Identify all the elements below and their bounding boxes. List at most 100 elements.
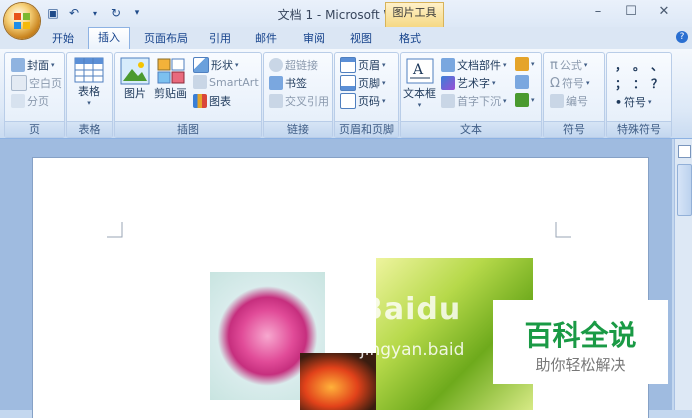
bookmark-icon xyxy=(269,76,283,90)
textbox-icon: A xyxy=(406,58,433,84)
symbol-button[interactable]: Ω 符号 ▾ xyxy=(550,75,589,91)
close-icon[interactable]: ✕ xyxy=(650,4,678,22)
question-symbol[interactable]: ？ xyxy=(651,75,663,92)
page-number-icon xyxy=(340,93,356,109)
chart-icon xyxy=(193,94,207,108)
tab-home[interactable]: 开始 xyxy=(44,29,82,49)
group-page-label: 页 xyxy=(5,121,64,137)
office-button[interactable] xyxy=(4,3,40,39)
chart-button[interactable]: 图表 xyxy=(193,93,231,109)
tab-insert[interactable]: 插入 xyxy=(88,27,130,50)
group-page: 封面 ▾ 空白页 分页 页 xyxy=(4,52,65,138)
bullet-icon: • xyxy=(615,95,623,109)
footer-button[interactable]: 页脚 ▾ xyxy=(340,75,386,91)
semicolon-symbol[interactable]: ； xyxy=(615,75,627,92)
blank-page-button[interactable]: 空白页 xyxy=(11,75,62,91)
numbering-button[interactable]: 编号 xyxy=(550,93,588,109)
equation-button[interactable]: π 公式 ▾ xyxy=(550,57,587,73)
ribbon: 封面 ▾ 空白页 分页 页 表格 ▾ 表格 图片 剪贴画 形状 ▾ SmartA… xyxy=(0,49,692,139)
pi-icon: π xyxy=(550,57,558,73)
date-time-icon xyxy=(515,75,529,89)
omega-icon: Ω xyxy=(550,75,560,91)
title-bar: ▣ ↶ ▾ ↻ ▾ 文档 1 - Microsoft Word 图片工具 – ☐… xyxy=(0,0,692,28)
tab-mailings[interactable]: 邮件 xyxy=(248,29,284,49)
picture-button[interactable]: 图片 xyxy=(120,57,150,101)
smartart-icon xyxy=(193,75,207,89)
margin-corner-top-left xyxy=(107,222,123,238)
baike-quanshuo-badge: 百科全说 助你轻松解决 xyxy=(493,300,668,384)
badge-title: 百科全说 xyxy=(524,319,637,352)
colon-symbol[interactable]: ： xyxy=(633,75,645,92)
tab-format[interactable]: 格式 xyxy=(390,29,430,49)
group-table: 表格 ▾ 表格 xyxy=(66,52,113,138)
numbering-icon xyxy=(550,94,564,108)
picture-tools-context-tab: 图片工具 xyxy=(385,2,444,27)
shapes-button[interactable]: 形状 ▾ xyxy=(193,57,239,73)
clipart-button[interactable]: 剪贴画 xyxy=(154,57,187,101)
quick-parts-icon xyxy=(441,58,455,72)
table-icon xyxy=(74,57,104,83)
group-illustrations-label: 插图 xyxy=(115,121,261,137)
table-button[interactable]: 表格 ▾ xyxy=(74,57,104,107)
hyperlink-icon xyxy=(269,58,283,72)
scrollbar-thumb[interactable] xyxy=(677,164,692,216)
group-links: 超链接 书签 交叉引用 链接 xyxy=(263,52,333,138)
tab-page-layout[interactable]: 页面布局 xyxy=(138,29,194,49)
group-text: A 文本框 ▾ 文档部件 ▾ 艺术字 ▾ 首字下沉 ▾ ▾ ▾ 文本 xyxy=(400,52,542,138)
signature-line-icon xyxy=(515,57,529,71)
enumeration-comma-symbol[interactable]: 、 xyxy=(651,57,663,74)
cross-reference-button[interactable]: 交叉引用 xyxy=(269,93,329,109)
hyperlink-button[interactable]: 超链接 xyxy=(269,57,318,73)
page-break-icon xyxy=(11,94,25,108)
signature-line-button[interactable]: ▾ xyxy=(515,57,535,71)
group-header-footer-label: 页眉和页脚 xyxy=(335,121,398,137)
header-button[interactable]: 页眉 ▾ xyxy=(340,57,386,73)
maximize-icon[interactable]: ☐ xyxy=(617,4,645,22)
jingyan-watermark: jingyan.baid xyxy=(360,340,465,360)
group-illustrations: 图片 剪贴画 形状 ▾ SmartArt 图表 插图 xyxy=(114,52,262,138)
group-header-footer: 页眉 ▾ 页脚 ▾ 页码 ▾ 页眉和页脚 xyxy=(334,52,399,138)
minimize-icon[interactable]: – xyxy=(584,4,612,22)
margin-corner-top-right xyxy=(555,222,571,238)
baidu-watermark: Baidu xyxy=(360,292,462,327)
cross-reference-icon xyxy=(269,94,283,108)
bookmark-button[interactable]: 书签 xyxy=(269,75,307,91)
blank-page-icon xyxy=(11,75,27,91)
wordart-button[interactable]: 艺术字 ▾ xyxy=(441,75,496,91)
office-logo-icon xyxy=(14,13,30,29)
object-button[interactable]: ▾ xyxy=(515,93,535,107)
tab-references[interactable]: 引用 xyxy=(202,29,238,49)
help-icon[interactable]: ? xyxy=(676,31,688,43)
date-time-button[interactable] xyxy=(515,75,529,89)
svg-text:A: A xyxy=(412,62,424,78)
picture-icon xyxy=(120,57,150,85)
object-icon xyxy=(515,93,529,107)
cover-page-icon xyxy=(11,58,25,72)
group-table-label: 表格 xyxy=(67,121,112,137)
vertical-scrollbar[interactable] xyxy=(674,139,692,410)
ribbon-tabs: 开始 插入 页面布局 引用 邮件 审阅 视图 格式 ? xyxy=(0,27,692,50)
ruler-toggle-icon[interactable] xyxy=(678,145,691,158)
group-text-label: 文本 xyxy=(401,121,541,137)
comma-symbol[interactable]: ， xyxy=(615,57,627,74)
cover-page-button[interactable]: 封面 ▾ xyxy=(11,57,55,73)
group-symbols-label: 符号 xyxy=(544,121,604,137)
clipart-icon xyxy=(157,58,184,84)
tab-view[interactable]: 视图 xyxy=(343,29,379,49)
flower-picture-orange[interactable] xyxy=(300,353,378,410)
badge-subtitle: 助你轻松解决 xyxy=(535,356,626,374)
group-special-symbols: ， 。 、 ； ： ？ • 符号 ▾ 特殊符号 xyxy=(606,52,672,138)
textbox-button[interactable]: A 文本框 ▾ xyxy=(403,57,436,109)
group-links-label: 链接 xyxy=(264,121,332,137)
quick-parts-button[interactable]: 文档部件 ▾ xyxy=(441,57,507,73)
header-icon xyxy=(340,57,356,73)
drop-cap-button[interactable]: 首字下沉 ▾ xyxy=(441,93,507,109)
page-number-button[interactable]: 页码 ▾ xyxy=(340,93,386,109)
period-symbol[interactable]: 。 xyxy=(633,57,645,74)
group-special-label: 特殊符号 xyxy=(607,121,671,137)
page-break-button[interactable]: 分页 xyxy=(11,93,49,109)
special-symbol-button[interactable]: • 符号 ▾ xyxy=(615,94,652,110)
tab-review[interactable]: 审阅 xyxy=(296,29,332,49)
smartart-button[interactable]: SmartArt xyxy=(193,75,259,89)
wordart-icon xyxy=(441,76,455,90)
